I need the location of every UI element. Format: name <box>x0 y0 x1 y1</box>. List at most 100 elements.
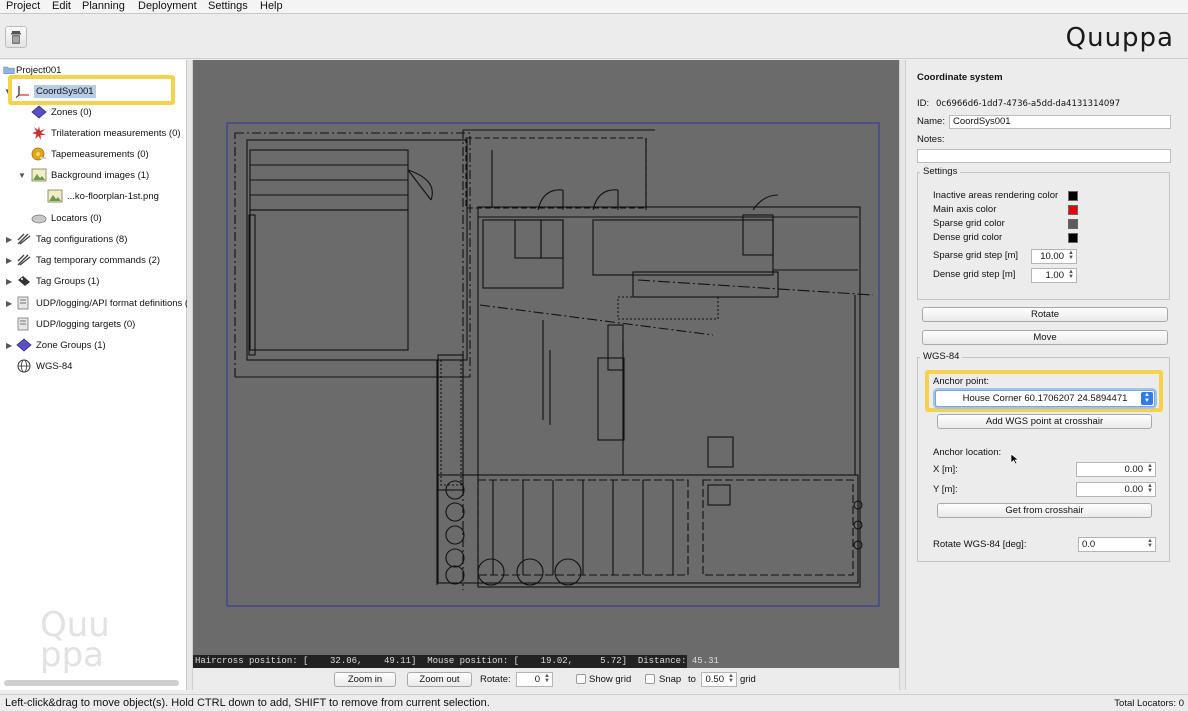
get-from-crosshair-button[interactable]: Get from crosshair <box>937 503 1152 518</box>
tree-item-wgs84-label: WGS-84 <box>36 361 73 372</box>
status-hint: Left-click&drag to move object(s). Hold … <box>5 697 490 709</box>
brand-logo: Quuppa <box>1065 23 1174 53</box>
anchor-location-label: Anchor location: <box>933 447 1002 458</box>
sparse-step-label: Sparse grid step [m] <box>933 250 1019 261</box>
stepper-arrows-icon[interactable]: ▲ ▼ <box>1067 269 1075 281</box>
expand-arrow-icon[interactable]: ▶ <box>6 273 12 291</box>
snap-stepper[interactable]: 0.50 ▲ ▼ <box>701 672 737 687</box>
watermark-logo: Quu ppa <box>40 605 110 675</box>
tree-item-tag-groups[interactable]: Tag Groups (1) <box>16 273 99 291</box>
locator-icon <box>31 215 47 224</box>
tree-item-background-images[interactable]: Background images (1) <box>31 167 149 185</box>
zoom-in-button[interactable]: Zoom in <box>334 672 396 687</box>
show-grid-label: Show grid <box>589 674 632 685</box>
anchor-point-select[interactable]: House Corner 60.1706207 24.5894471 ▲ ▼ <box>935 390 1155 407</box>
tree-item-trilateration[interactable]: Trilateration measurements (0) <box>31 125 181 143</box>
expand-arrow-icon[interactable]: ▶ <box>6 252 12 270</box>
tree-item-floorplan-file[interactable]: ...ko-floorplan-1st.png <box>47 188 159 206</box>
inactive-color-label: Inactive areas rendering color <box>933 190 1059 201</box>
tag-command-icon <box>17 254 31 267</box>
image-icon <box>31 169 47 182</box>
tree-item-udp-targets-label: UDP/logging targets (0) <box>36 319 136 330</box>
stepper-arrows-icon[interactable]: ▲ ▼ <box>1146 538 1154 550</box>
dense-color-label: Dense grid color <box>933 232 1003 243</box>
trash-icon <box>11 31 21 44</box>
tree-item-tag-groups-label: Tag Groups (1) <box>36 276 100 287</box>
tree-item-tapemeasurements[interactable]: Tapemeasurements (0) <box>31 146 149 164</box>
tree-item-tag-configurations-label: Tag configurations (8) <box>36 234 128 245</box>
stepper-arrows-icon[interactable]: ▲ ▼ <box>1146 463 1154 475</box>
canvas-controls: Zoom in Zoom out Rotate: 0 ▲ ▼ Show grid … <box>193 669 899 691</box>
select-arrows-icon[interactable]: ▲ ▼ <box>1141 392 1153 405</box>
inactive-color-swatch[interactable] <box>1068 191 1078 201</box>
move-button[interactable]: Move <box>922 330 1168 345</box>
expand-arrow-icon[interactable]: ▼ <box>18 167 26 185</box>
show-grid-checkbox[interactable] <box>576 674 586 684</box>
id-value: 0c6966d6-1dd7-4736-a5dd-da4131314097 <box>936 99 1121 109</box>
rotate-wgs-label: Rotate WGS-84 [deg]: <box>933 539 1027 550</box>
tree-item-tapemeasurements-label: Tapemeasurements (0) <box>51 149 149 160</box>
notes-label: Notes: <box>917 134 945 145</box>
wgs84-group-title: WGS-84 <box>920 351 963 363</box>
notes-field[interactable] <box>917 149 1171 163</box>
menu-help[interactable]: Help <box>260 0 283 13</box>
tree-item-tag-configurations[interactable]: Tag configurations (8) <box>16 231 127 249</box>
menu-planning[interactable]: Planning <box>82 0 125 13</box>
snap-checkbox[interactable] <box>645 674 655 684</box>
expand-arrow-icon[interactable]: ▶ <box>6 295 12 313</box>
rotate-wgs-stepper[interactable]: 0.0 ▲ ▼ <box>1078 537 1156 552</box>
dense-color-swatch[interactable] <box>1068 233 1078 243</box>
menu-deployment[interactable]: Deployment <box>138 0 197 13</box>
tree-horizontal-scrollbar[interactable] <box>4 680 179 686</box>
tree-item-tag-temporary-commands[interactable]: Tag temporary commands (2) <box>16 252 160 270</box>
tree-item-format-definitions-label: UDP/logging/API format definitions (5 <box>36 298 194 309</box>
tree-item-format-definitions[interactable]: UDP/logging/API format definitions (5 <box>16 295 193 313</box>
floorplan-canvas[interactable] <box>193 60 899 668</box>
sparse-step-value: 10.00 <box>1040 251 1064 262</box>
expand-arrow-icon[interactable]: ▶ <box>6 231 12 249</box>
anchor-x-stepper[interactable]: 0.00 ▲ ▼ <box>1076 462 1156 477</box>
toolbar: Quuppa <box>0 15 1188 59</box>
expand-arrow-icon[interactable]: ▶ <box>6 337 12 355</box>
splitter-right[interactable] <box>899 60 906 690</box>
rotate-stepper[interactable]: 0 ▲ ▼ <box>516 672 553 687</box>
anchor-y-stepper[interactable]: 0.00 ▲ ▼ <box>1076 482 1156 497</box>
floorplan-drawing <box>226 122 880 607</box>
dense-step-label: Dense grid step [m] <box>933 269 1016 280</box>
dense-step-stepper[interactable]: 1.00 ▲ ▼ <box>1031 268 1077 283</box>
menu-settings[interactable]: Settings <box>208 0 248 13</box>
stepper-arrows-icon[interactable]: ▲ ▼ <box>1067 250 1075 262</box>
zoom-out-button[interactable]: Zoom out <box>407 672 472 687</box>
main-axis-color-label: Main axis color <box>933 204 997 215</box>
delete-button[interactable] <box>5 26 27 48</box>
add-wgs-point-button[interactable]: Add WGS point at crosshair <box>937 414 1152 429</box>
name-field[interactable]: CoordSys001 <box>949 115 1171 129</box>
snap-to-label: to <box>688 674 696 685</box>
main-axis-color-swatch[interactable] <box>1068 205 1078 215</box>
menu-edit[interactable]: Edit <box>52 0 71 13</box>
canvas-position-readout: Haircross position: [ 32.06, 49.11] Mous… <box>193 655 719 668</box>
image-file-icon <box>47 190 63 203</box>
stepper-arrows-icon[interactable]: ▲ ▼ <box>1146 483 1154 495</box>
mouse-cursor-icon <box>1010 453 1020 465</box>
tree-item-zone-groups[interactable]: Zone Groups (1) <box>16 337 106 355</box>
tree-item-wgs84[interactable]: WGS-84 <box>16 358 72 376</box>
settings-group-title: Settings <box>920 166 961 178</box>
tree-item-locators-label: Locators (0) <box>51 213 102 224</box>
tree-item-zone-groups-label: Zone Groups (1) <box>36 340 106 351</box>
dense-step-value: 1.00 <box>1045 270 1065 281</box>
sparse-color-swatch[interactable] <box>1068 219 1078 229</box>
stepper-arrows-icon[interactable]: ▲ ▼ <box>543 673 551 685</box>
udp-target-icon <box>17 318 29 331</box>
tree-item-zones[interactable]: Zones (0) <box>31 104 92 122</box>
tree-item-background-images-label: Background images (1) <box>51 170 150 181</box>
sparse-step-stepper[interactable]: 10.00 ▲ ▼ <box>1031 249 1077 264</box>
tree-item-locators[interactable]: Locators (0) <box>31 210 102 228</box>
menu-project[interactable]: Project <box>6 0 40 13</box>
rotate-stepper-value: 0 <box>534 674 540 685</box>
tree-item-udp-targets[interactable]: UDP/logging targets (0) <box>16 316 135 334</box>
stepper-arrows-icon[interactable]: ▲ ▼ <box>727 673 735 685</box>
project-tree: Project001 ▼ CoordSys001 Zones (0) Trila… <box>0 60 193 690</box>
rotate-button[interactable]: Rotate <box>922 307 1168 322</box>
x-label: X [m]: <box>933 464 958 475</box>
